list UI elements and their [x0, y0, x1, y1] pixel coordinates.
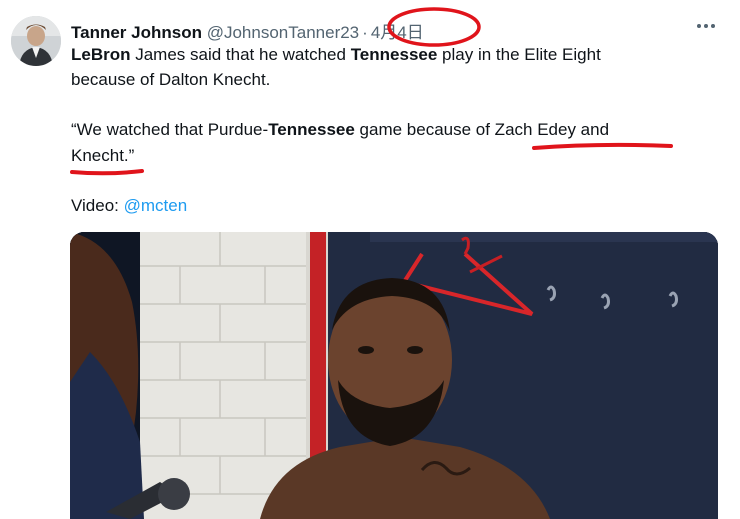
video-credit: Video: @mcten: [71, 193, 187, 218]
video-frame: [70, 232, 718, 519]
video-thumbnail[interactable]: [70, 232, 718, 519]
avatar-photo: [11, 16, 61, 66]
avatar[interactable]: [11, 16, 61, 66]
video-label: Video:: [71, 196, 124, 215]
bold-tennessee: Tennessee: [350, 45, 438, 64]
text-fragment: James said that he watched: [130, 45, 351, 64]
display-name[interactable]: Tanner Johnson: [71, 23, 202, 42]
tweet-text-line-2: because of Dalton Knecht.: [71, 70, 271, 89]
separator-dot: ·: [362, 23, 368, 42]
tweet-date[interactable]: 4月4日: [371, 23, 424, 42]
user-handle[interactable]: @JohnsonTanner23: [207, 23, 359, 42]
text-fragment: “We watched that Purdue-: [71, 120, 269, 139]
more-options-icon[interactable]: [696, 18, 716, 34]
tweet-text-line-1: LeBron James said that he watched Tennes…: [71, 42, 601, 67]
bold-tennessee: Tennessee: [268, 120, 355, 139]
mention-link[interactable]: @mcten: [124, 196, 188, 215]
text-fragment: game because of Zach Edey and: [354, 120, 610, 139]
quote-line-2: Knecht.”: [71, 146, 135, 165]
bold-lebron: LeBron: [71, 45, 131, 64]
quote-line-1: “We watched that Purdue-Tennessee game b…: [71, 117, 609, 142]
red-underline-annotation: [532, 142, 673, 150]
text-fragment: play in the Elite Eight: [437, 45, 601, 64]
tweet-header: Tanner Johnson @JohnsonTanner23 · 4月4日: [71, 18, 671, 42]
